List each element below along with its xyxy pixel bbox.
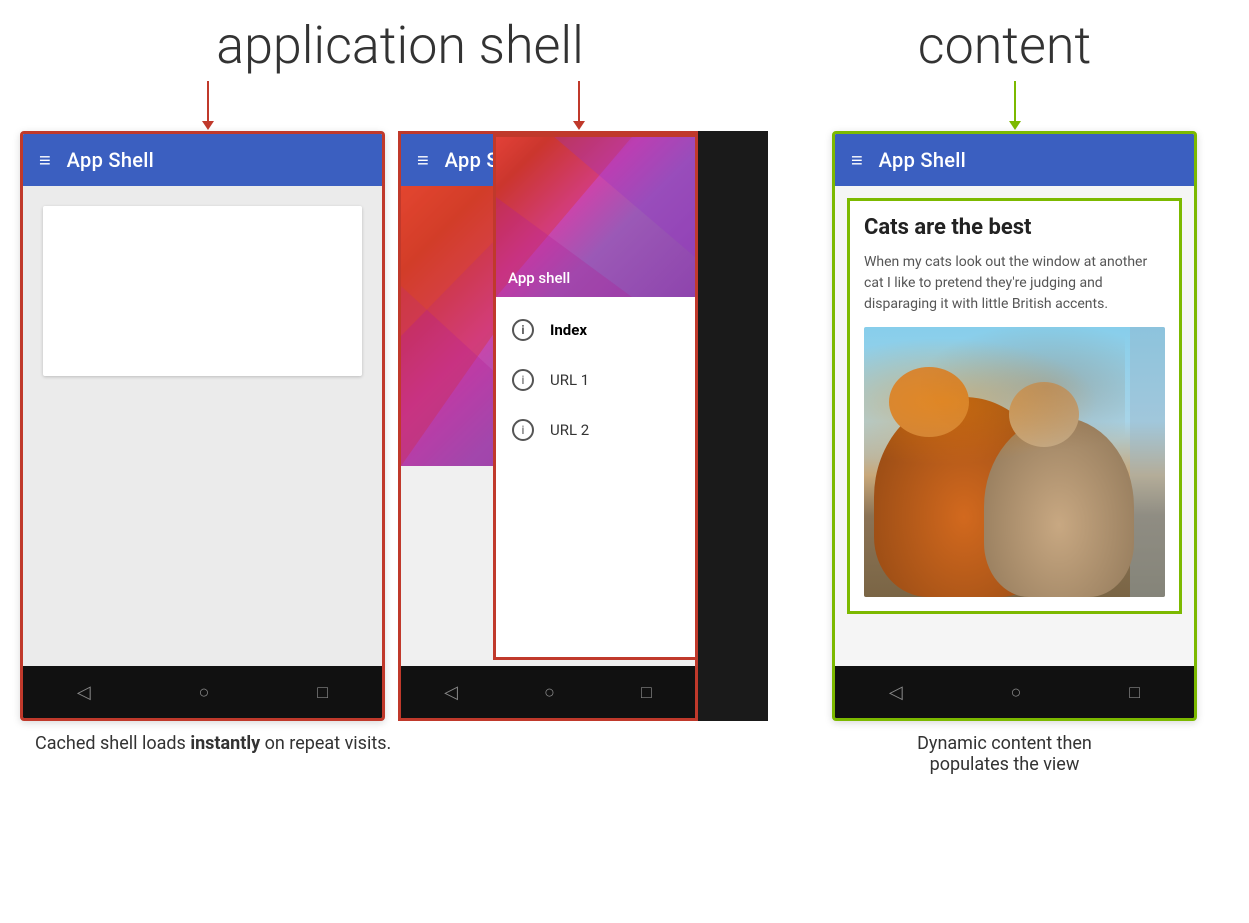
phone2-drawer: App shell i Index (493, 134, 698, 660)
drawer-header-app-shell-label: App shell (508, 269, 570, 287)
arrow-head-phone2 (573, 121, 585, 130)
phone1-content-area (23, 186, 382, 666)
phone3-app-bar-title: App Shell (879, 148, 966, 172)
phone2-back-icon[interactable]: ◁ (444, 682, 458, 703)
phone1-nav-bar: ◁ ○ □ (23, 666, 382, 718)
drawer-header-image: App shell (496, 137, 695, 297)
cat-image (864, 327, 1165, 597)
right-phone-area: ≡ App Shell Cats are the best When my ca… (800, 81, 1229, 721)
arrow-line-phone1 (207, 81, 209, 121)
phone1-app-bar: ≡ App Shell (23, 134, 382, 186)
drawer-item-url1[interactable]: i URL 1 (496, 355, 695, 405)
phone2-hamburger-icon: ≡ (417, 150, 429, 170)
phone3-content-title: Cats are the best (864, 215, 1165, 240)
right-arrow-container (1009, 81, 1021, 131)
phone1-loading-placeholder (43, 206, 362, 376)
phone2-frame: ≡ App Shell (398, 131, 698, 721)
phone1-hamburger-icon: ≡ (39, 150, 51, 170)
phone3-content-text: When my cats look out the window at anot… (864, 252, 1165, 315)
caption-right-line1: Dynamic content then (917, 733, 1092, 754)
phone2-combined-wrapper: ≡ App Shell (398, 131, 768, 721)
phone2-recents-icon[interactable]: □ (641, 682, 652, 703)
arrow-phone2 (573, 81, 585, 130)
phone3-content-area: Cats are the best When my cats look out … (835, 186, 1194, 666)
phone3-content-card: Cats are the best When my cats look out … (847, 198, 1182, 614)
foliage-bg (864, 327, 1125, 476)
phone3-home-icon[interactable]: ○ (1011, 682, 1022, 703)
drawer-item-url2-icon: i (512, 419, 534, 441)
phone3-back-icon[interactable]: ◁ (889, 682, 903, 703)
caption-left-bold: instantly (190, 733, 260, 754)
arrow-head-phone3 (1009, 121, 1021, 130)
drawer-item-url1-label: URL 1 (550, 371, 589, 389)
phone1-back-icon[interactable]: ◁ (77, 682, 91, 703)
phone1-home-icon[interactable]: ○ (199, 682, 210, 703)
content-header-label: content (780, 15, 1229, 76)
phone1-app-bar-title: App Shell (67, 148, 154, 172)
drawer-items-container: i Index i URL 1 i (496, 297, 695, 463)
drawer-item-index-icon: i (512, 319, 534, 341)
phone3-frame: ≡ App Shell Cats are the best When my ca… (832, 131, 1197, 721)
left-arrows-container (20, 81, 780, 131)
arrow-line-phone3 (1014, 81, 1016, 121)
drawer-item-url1-icon: i (512, 369, 534, 391)
caption-left-area: Cached shell loads instantly on repeat v… (25, 733, 785, 775)
phone3-app-bar: ≡ App Shell (835, 134, 1194, 186)
phone2-nav-bar: ◁ ○ □ (401, 666, 695, 718)
window-frame (1130, 327, 1165, 597)
bottom-captions: Cached shell loads instantly on repeat v… (20, 733, 1229, 775)
app-shell-header-label: application shell (20, 15, 780, 76)
phone1-recents-icon[interactable]: □ (317, 682, 328, 703)
arrow-line-phone2 (578, 81, 580, 121)
phone2-home-icon[interactable]: ○ (544, 682, 555, 703)
drawer-item-url2[interactable]: i URL 2 (496, 405, 695, 455)
phone3-hamburger-icon: ≡ (851, 150, 863, 170)
arrow-head-phone1 (202, 121, 214, 130)
phone3-recents-icon[interactable]: □ (1129, 682, 1140, 703)
phone2-dark-side (698, 131, 768, 721)
left-phones-row: ≡ App Shell ◁ ○ □ (20, 131, 780, 721)
top-labels-row: application shell content (20, 15, 1229, 76)
caption-right-area: Dynamic content then populates the view (785, 733, 1224, 775)
left-phones-area: ≡ App Shell ◁ ○ □ (20, 81, 780, 721)
drawer-item-index[interactable]: i Index (496, 305, 695, 355)
drawer-item-index-label: Index (550, 321, 587, 339)
phone3-nav-bar: ◁ ○ □ (835, 666, 1194, 718)
page-container: application shell content (0, 0, 1249, 923)
arrow-phone1 (202, 81, 214, 130)
content-row: ≡ App Shell ◁ ○ □ (20, 81, 1229, 721)
phone1-frame: ≡ App Shell ◁ ○ □ (20, 131, 385, 721)
drawer-item-url2-label: URL 2 (550, 421, 589, 439)
caption-right-line2: populates the view (930, 754, 1080, 775)
